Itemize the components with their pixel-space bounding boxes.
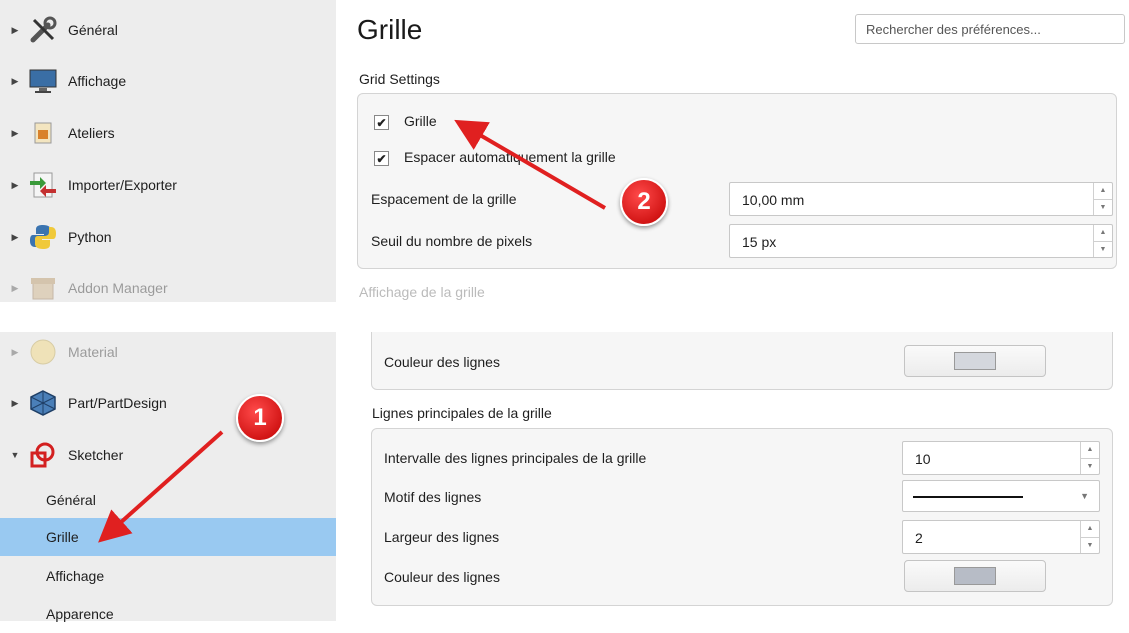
solid-line-pattern [913,496,1023,498]
sidebar-item-display[interactable]: ▶ Affichage [8,61,328,101]
chevron-down-icon: ▼ [1080,491,1089,501]
pixel-threshold-spinbox[interactable]: 15 px ▲ ▼ [729,224,1113,258]
sidebar-item-label: Importer/Exporter [68,177,177,193]
line-color-label: Couleur des lignes [384,354,500,370]
major-lines-header: Lignes principales de la grille [372,405,552,421]
line-color-button[interactable] [904,345,1046,377]
expand-arrow-icon[interactable]: ▶ [8,128,22,139]
sidebar-item-label: Material [68,344,118,360]
auto-spacing-checkbox-label: Espacer automatiquement la grille [404,149,616,165]
sidebar-subitem-appearance[interactable]: Apparence [0,595,336,633]
major-interval-value: 10 [915,451,931,467]
expand-arrow-icon[interactable]: ▶ [8,283,22,294]
sidebar-item-general[interactable]: ▶ Général [8,10,328,50]
sidebar-item-sketcher[interactable]: ▼ Sketcher [8,435,328,475]
screenshot-gap-right [340,302,1129,332]
search-preferences-input[interactable] [855,14,1125,44]
grid-checkbox-label: Grille [404,113,437,129]
sidebar-subitem-label: Général [46,492,96,508]
sidebar-item-label: Général [68,22,118,38]
material-icon [26,335,60,369]
spin-up-icon[interactable]: ▲ [1081,442,1099,459]
monitor-icon [26,64,60,98]
sidebar-subitem-general[interactable]: Général [0,481,336,519]
spin-down-icon[interactable]: ▼ [1081,538,1099,554]
page-title: Grille [357,14,423,45]
python-icon [26,220,60,254]
spin-down-icon[interactable]: ▼ [1094,200,1112,216]
line-color-swatch [954,352,996,370]
line-width-spinbox[interactable]: 2 ▲ ▼ [902,520,1100,554]
expand-arrow-icon[interactable]: ▶ [8,76,22,87]
expand-arrow-icon[interactable]: ▶ [8,180,22,191]
grid-display-header: Affichage de la grille [359,284,485,300]
sidebar-item-label: Ateliers [68,125,115,141]
spin-up-icon[interactable]: ▲ [1081,521,1099,538]
import-export-icon [26,168,60,202]
part-icon [26,386,60,420]
sidebar-item-material[interactable]: ▶ Material [8,332,328,372]
annotation-badge-2: 2 [620,178,668,226]
sidebar-item-label: Python [68,229,112,245]
sidebar-subitem-label: Affichage [46,568,105,584]
tools-icon [26,13,60,47]
sidebar-item-label: Part/PartDesign [68,395,167,411]
sidebar-item-label: Sketcher [68,447,124,463]
line-width-label: Largeur des lignes [384,529,500,545]
collapse-arrow-icon[interactable]: ▼ [8,450,22,460]
sidebar-item-label: Affichage [68,73,127,89]
grid-spacing-spinbox[interactable]: 10,00 mm ▲ ▼ [729,182,1113,216]
pixel-threshold-value: 15 px [742,234,777,250]
sidebar-subitem-display[interactable]: Affichage [0,557,336,595]
expand-arrow-icon[interactable]: ▶ [8,232,22,243]
sidebar-item-python[interactable]: ▶ Python [8,217,328,257]
auto-spacing-checkbox[interactable]: ✔ [374,151,389,166]
sidebar-item-import-export[interactable]: ▶ Importer/Exporter [8,165,328,205]
spin-down-icon[interactable]: ▼ [1094,242,1112,258]
sidebar-item-workbenches[interactable]: ▶ Ateliers [8,113,328,153]
sidebar-subitem-label: Apparence [46,606,114,622]
grid-checkbox[interactable]: ✔ [374,115,389,130]
sidebar-subitem-label: Grille [46,529,79,545]
grid-spacing-label: Espacement de la grille [371,191,517,207]
sketcher-icon [26,438,60,472]
addon-icon [26,271,60,305]
line-width-value: 2 [915,530,923,546]
major-line-color-label: Couleur des lignes [384,569,500,585]
grid-settings-header: Grid Settings [359,71,440,87]
sidebar-item-label: Addon Manager [68,280,168,296]
grid-spacing-value: 10,00 mm [742,192,805,208]
line-pattern-label: Motif des lignes [384,489,482,505]
major-interval-label: Intervalle des lignes principales de la … [384,450,647,466]
annotation-badge-1: 1 [236,394,284,442]
major-line-color-swatch [954,567,996,585]
workbench-icon [26,116,60,150]
expand-arrow-icon[interactable]: ▶ [8,347,22,358]
major-interval-spinbox[interactable]: 10 ▲ ▼ [902,441,1100,475]
major-line-color-button[interactable] [904,560,1046,592]
pixel-threshold-label: Seuil du nombre de pixels [371,233,533,249]
expand-arrow-icon[interactable]: ▶ [8,25,22,36]
spin-up-icon[interactable]: ▲ [1094,225,1112,242]
expand-arrow-icon[interactable]: ▶ [8,398,22,409]
sidebar-subitem-grid[interactable]: Grille [0,518,336,556]
spin-up-icon[interactable]: ▲ [1094,183,1112,200]
line-pattern-dropdown[interactable]: ▼ [902,480,1100,512]
spin-down-icon[interactable]: ▼ [1081,459,1099,475]
